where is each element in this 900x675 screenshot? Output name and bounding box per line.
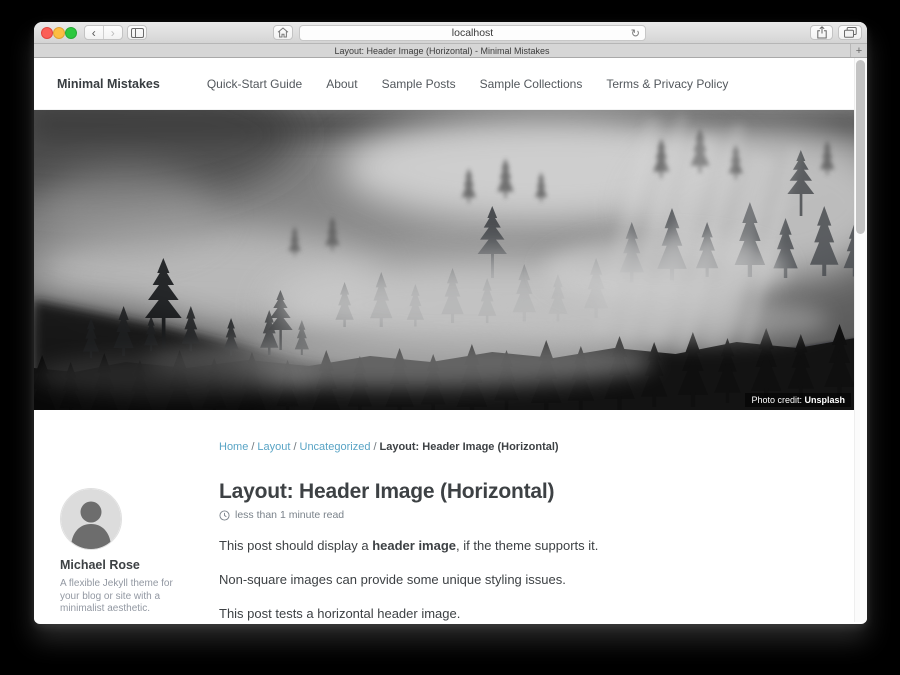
header-image: Photo credit: Unsplash	[34, 110, 867, 410]
tabs-icon	[844, 27, 857, 38]
share-icon	[816, 26, 828, 39]
read-time-text: less than 1 minute read	[235, 509, 344, 521]
breadcrumb-uncategorized[interactable]: Uncategorized	[300, 441, 371, 453]
breadcrumb-layout[interactable]: Layout	[257, 441, 290, 453]
url-text: localhost	[452, 27, 493, 39]
page-content: Home/Layout/Uncategorized/Layout: Header…	[34, 410, 867, 622]
nav-link-terms-privacy[interactable]: Terms & Privacy Policy	[606, 77, 728, 91]
site-masthead: Minimal Mistakes Quick-Start Guide About…	[34, 58, 867, 110]
home-icon	[277, 27, 289, 38]
forward-button[interactable]: ›	[104, 26, 123, 39]
zoom-window-button[interactable]	[65, 27, 77, 39]
new-tab-button[interactable]: +	[851, 44, 867, 57]
nav-link-sample-collections[interactable]: Sample Collections	[480, 77, 583, 91]
author-bio: A flexible Jekyll theme for your blog or…	[60, 578, 174, 616]
sidebar-icon	[131, 28, 144, 38]
clock-icon	[219, 510, 230, 521]
tab-overview-button[interactable]	[838, 25, 862, 40]
home-button[interactable]	[273, 25, 293, 40]
browser-toolbar: ‹ › localhost ↻	[34, 22, 867, 44]
tab-title: Layout: Header Image (Horizontal) - Mini…	[334, 46, 549, 56]
breadcrumb-current: Layout: Header Image (Horizontal)	[380, 441, 559, 453]
read-time-meta: less than 1 minute read	[219, 509, 867, 521]
history-nav-group: ‹ ›	[84, 25, 123, 40]
page-title: Layout: Header Image (Horizontal)	[219, 480, 867, 504]
reload-icon[interactable]: ↻	[631, 26, 640, 41]
tab-bar: Layout: Header Image (Horizontal) - Mini…	[34, 44, 867, 58]
breadcrumb-home[interactable]: Home	[219, 441, 248, 453]
paragraph-1-text-after: , if the theme supports it.	[456, 538, 598, 553]
close-window-button[interactable]	[41, 27, 53, 39]
scrollbar-track[interactable]	[854, 58, 867, 622]
breadcrumb-separator: /	[370, 441, 379, 453]
paragraph-2: Non-square images can provide some uniqu…	[219, 572, 867, 589]
nav-link-quick-start-guide[interactable]: Quick-Start Guide	[207, 77, 302, 91]
photo-credit-overlay: Photo credit: Unsplash	[745, 393, 851, 407]
paragraph-1-text: This post should display a	[219, 538, 372, 553]
tab-active[interactable]: Layout: Header Image (Horizontal) - Mini…	[34, 44, 851, 57]
site-title-link[interactable]: Minimal Mistakes	[57, 77, 160, 91]
photo-credit-link[interactable]: Unsplash	[804, 395, 845, 405]
nav-link-sample-posts[interactable]: Sample Posts	[382, 77, 456, 91]
author-sidebar: Michael Rose A flexible Jekyll theme for…	[60, 488, 218, 616]
author-name: Michael Rose	[60, 558, 218, 572]
avatar	[60, 488, 122, 550]
nav-link-about[interactable]: About	[326, 77, 357, 91]
page-viewport: Minimal Mistakes Quick-Start Guide About…	[34, 58, 867, 622]
sidebar-toggle-button[interactable]	[127, 25, 147, 40]
browser-window: ‹ › localhost ↻ Layout: Header Image (Ho…	[34, 22, 867, 624]
foggy-forest-illustration	[34, 110, 867, 410]
breadcrumb-separator: /	[290, 441, 299, 453]
site-nav: Quick-Start Guide About Sample Posts Sam…	[207, 77, 729, 91]
breadcrumb: Home/Layout/Uncategorized/Layout: Header…	[219, 441, 559, 453]
person-silhouette-icon	[61, 489, 121, 549]
share-button[interactable]	[810, 25, 833, 40]
paragraph-3: This post tests a horizontal header imag…	[219, 606, 867, 622]
back-button[interactable]: ‹	[85, 26, 104, 39]
paragraph-1-bold: header image	[372, 538, 456, 553]
paragraph-1: This post should display a header image,…	[219, 538, 867, 555]
article: Layout: Header Image (Horizontal) less t…	[219, 480, 867, 622]
address-bar[interactable]: localhost ↻	[299, 25, 646, 41]
minimize-window-button[interactable]	[53, 27, 65, 39]
scrollbar-thumb[interactable]	[856, 60, 865, 234]
photo-credit-label: Photo credit:	[751, 395, 802, 405]
